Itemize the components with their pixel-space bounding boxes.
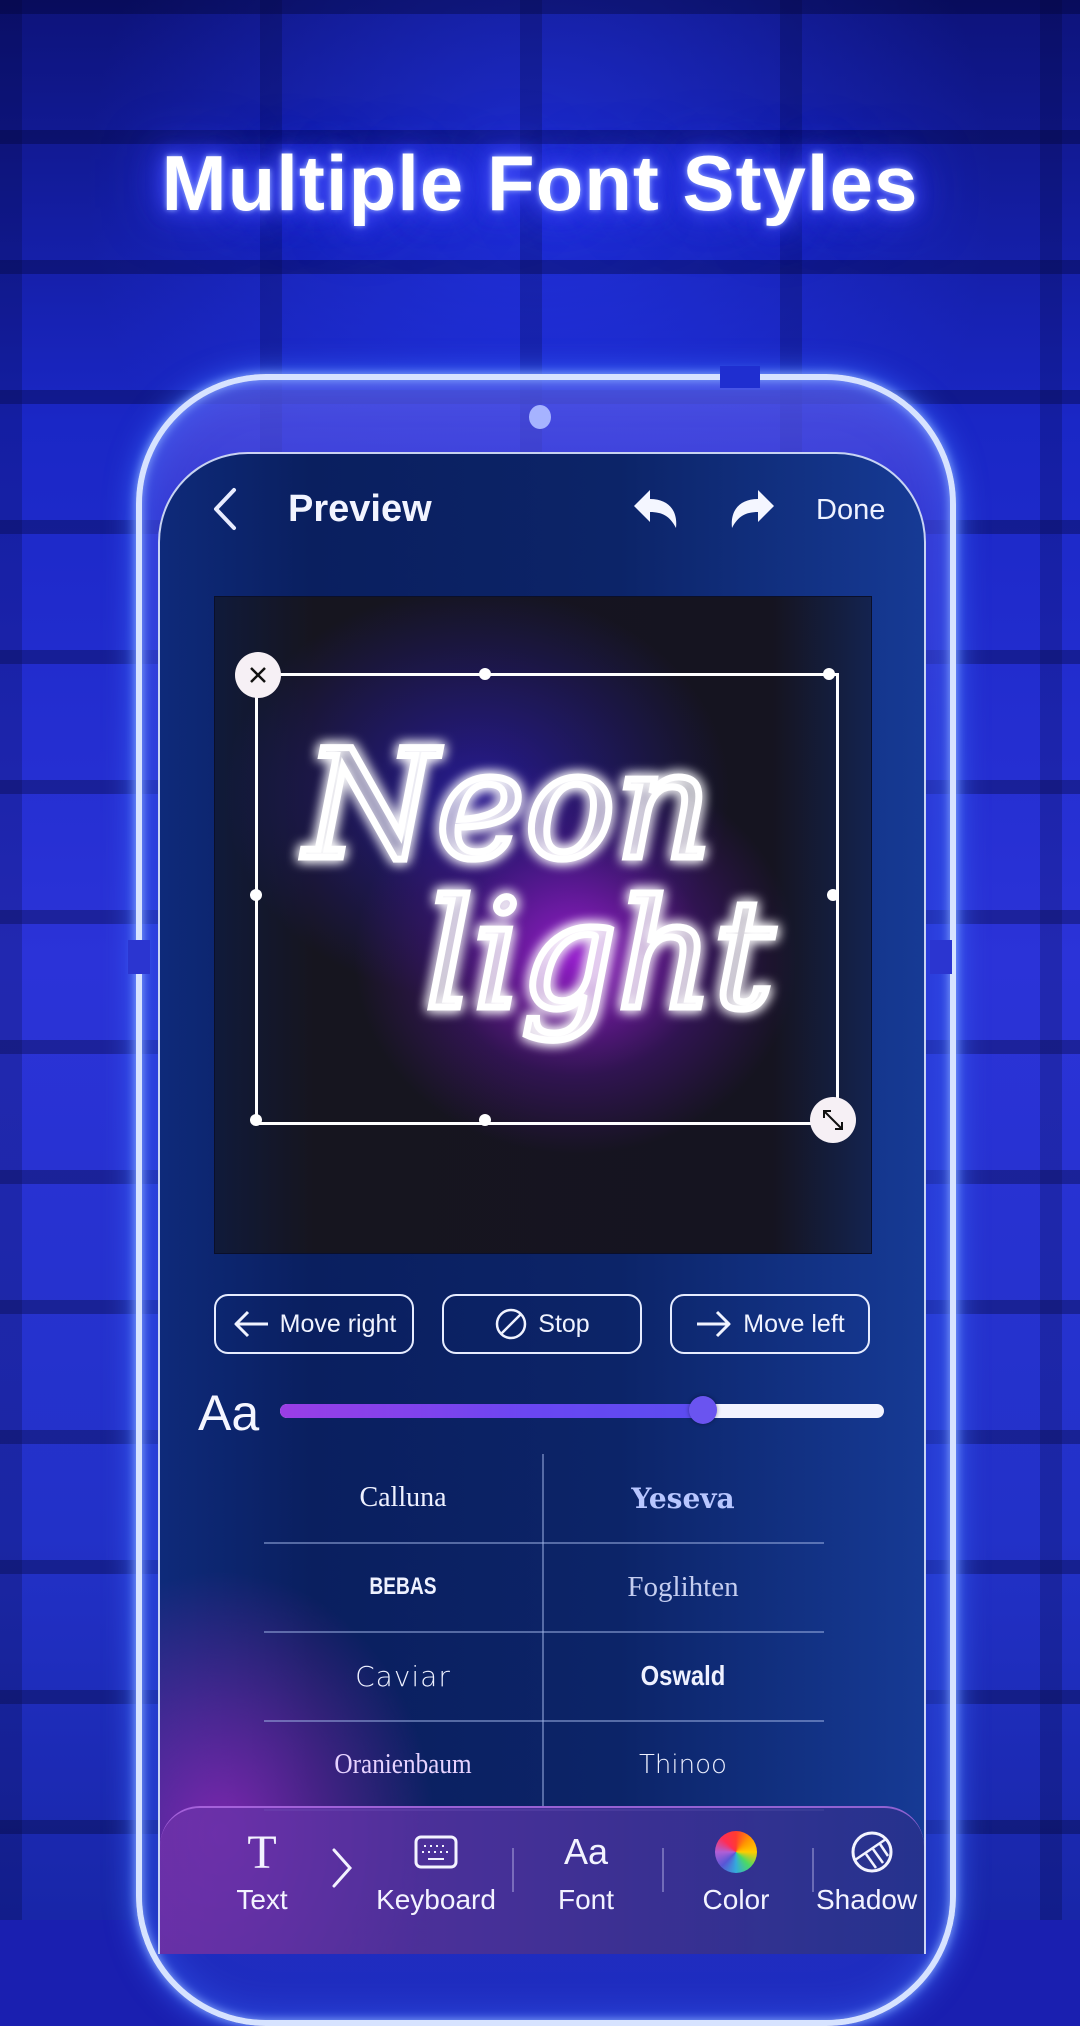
slider-fill [280, 1404, 703, 1418]
font-name: Oranienbaum [334, 1749, 472, 1780]
toolbar-divider [662, 1848, 664, 1892]
move-right-label: Move right [279, 1309, 397, 1338]
redo-button[interactable] [724, 484, 778, 534]
arrow-left-icon [234, 1310, 268, 1338]
move-right-button[interactable]: Move right [214, 1294, 414, 1354]
undo-button[interactable] [630, 484, 684, 534]
stop-label: Stop [538, 1309, 590, 1338]
handle-middle-right[interactable] [827, 889, 839, 901]
font-option-bebas[interactable]: BEBAS [292, 1543, 514, 1631]
font-name: Yeseva [631, 1481, 735, 1515]
font-option-oranienbaum[interactable]: Oranienbaum [278, 1721, 528, 1809]
undo-icon [634, 490, 677, 528]
redo-icon [731, 490, 774, 528]
phone-side-gap-right [930, 940, 952, 974]
font-size-label: Aa [198, 1385, 260, 1441]
preview-canvas[interactable]: Neon light [214, 596, 872, 1254]
move-left-button[interactable]: Move left [670, 1294, 870, 1354]
top-bar: Preview Done [160, 454, 924, 564]
font-option-caviar[interactable]: Caviar [264, 1632, 542, 1720]
handle-bottom-left[interactable] [250, 1114, 262, 1126]
move-left-label: Move left [743, 1309, 845, 1338]
shadow-icon [851, 1831, 893, 1873]
font-option-thinoo[interactable]: Thinoo [544, 1721, 822, 1809]
chevron-right-icon [330, 1846, 354, 1895]
done-button[interactable]: Done [816, 494, 885, 527]
resize-diagonal-icon [823, 1110, 843, 1130]
font-option-yeseva[interactable]: Yeseva [544, 1454, 822, 1542]
phone-frame-gap [720, 366, 760, 388]
delete-text-button[interactable] [235, 652, 281, 698]
tool-label: Text [236, 1884, 288, 1915]
font-option-foglihten[interactable]: Foglihten [544, 1543, 822, 1631]
page-title: Preview [288, 488, 432, 530]
font-name: Thinoo [639, 1750, 727, 1780]
selection-box[interactable] [255, 673, 839, 1125]
tool-label: Color [702, 1884, 770, 1915]
close-icon [250, 667, 266, 683]
font-name: Caviar [355, 1659, 451, 1693]
resize-handle[interactable] [810, 1097, 856, 1143]
tool-label: Font [557, 1884, 615, 1915]
toolbar-divider [812, 1848, 814, 1892]
font-option-calluna[interactable]: Calluna [264, 1454, 542, 1542]
slider-thumb[interactable] [688, 1396, 717, 1424]
camera-dot [529, 405, 551, 429]
handle-bottom-middle[interactable] [479, 1114, 491, 1126]
stop-circle-slash-icon [496, 1308, 527, 1340]
font-option-oswald[interactable]: Oswald [565, 1632, 801, 1720]
keyboard-icon [414, 1835, 458, 1869]
app-screen: Preview Done Neon light Move right Stop … [158, 452, 926, 1954]
handle-middle-left[interactable] [250, 889, 262, 901]
tool-label: Keyboard [376, 1884, 496, 1915]
color-wheel-icon [715, 1831, 757, 1873]
stop-button[interactable]: Stop [442, 1294, 642, 1354]
bottom-toolbar: T Text Keyboard Aa Font Color Shadow [160, 1806, 924, 1954]
chevron-left-icon [214, 488, 236, 530]
font-aa-icon: Aa [563, 1831, 609, 1872]
font-name: BEBAS [369, 1573, 437, 1600]
font-name: Oswald [640, 1660, 726, 1691]
text-t-icon: T [247, 1825, 277, 1879]
handle-top-middle[interactable] [479, 668, 491, 680]
handle-top-right[interactable] [823, 668, 835, 680]
headline: Multiple Font Styles [161, 139, 919, 227]
back-button[interactable] [208, 484, 244, 534]
font-size-slider[interactable] [280, 1396, 884, 1424]
motion-controls: Move right Stop Move left [214, 1294, 870, 1358]
toolbar-divider [512, 1848, 514, 1892]
tool-label: Shadow [816, 1884, 918, 1915]
font-name: Foglihten [627, 1570, 739, 1603]
phone-side-gap-left [128, 940, 150, 974]
arrow-right-icon [697, 1310, 731, 1338]
font-name: Calluna [359, 1482, 447, 1513]
